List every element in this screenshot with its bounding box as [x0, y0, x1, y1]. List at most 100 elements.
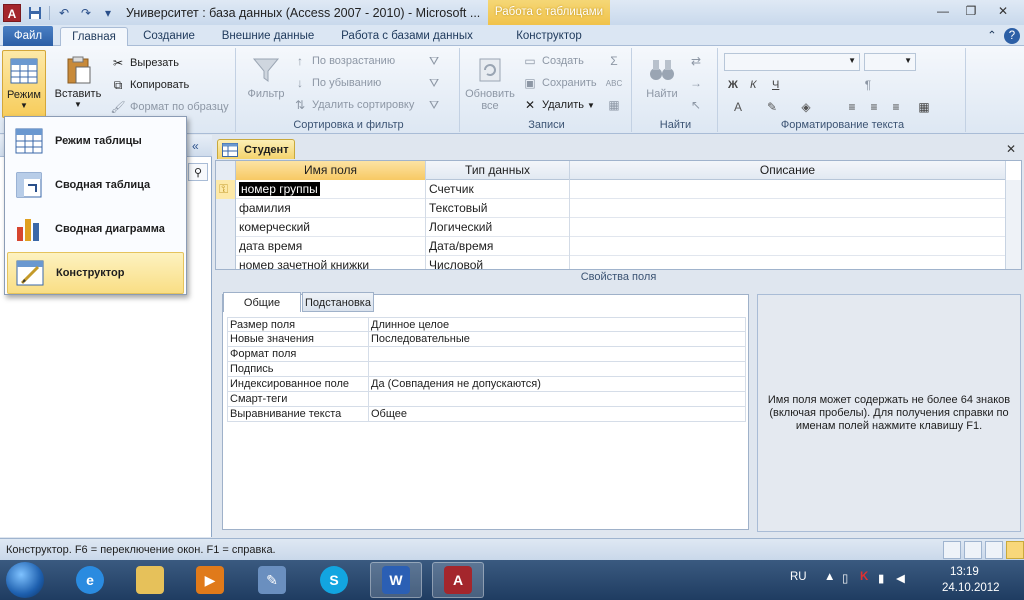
- table-row[interactable]: дата время Дата/время: [216, 237, 1006, 256]
- property-row[interactable]: Новые значения Последовательные: [227, 332, 746, 347]
- pivot-table-icon[interactable]: [964, 541, 982, 559]
- table-row[interactable]: комерческий Логический: [216, 218, 1006, 237]
- property-value[interactable]: [369, 347, 746, 361]
- remove-sort-button[interactable]: ⇅ Удалить сортировку: [292, 95, 414, 115]
- tab-file[interactable]: Файл: [3, 26, 53, 46]
- taskbar-ie[interactable]: e: [64, 562, 116, 598]
- tab-student-table[interactable]: Студент: [217, 139, 295, 159]
- data-type-cell[interactable]: Числовой: [426, 256, 570, 269]
- property-row[interactable]: Смарт-теги: [227, 392, 746, 407]
- taskbar-explorer[interactable]: [124, 562, 176, 598]
- property-row[interactable]: Подпись: [227, 362, 746, 377]
- property-row[interactable]: Выравнивание текста Общее: [227, 407, 746, 422]
- property-value[interactable]: Общее: [369, 407, 746, 421]
- property-value[interactable]: Да (Совпадения не допускаются): [369, 377, 746, 391]
- cut-button[interactable]: ✂ Вырезать: [110, 53, 179, 73]
- table-row[interactable]: номер зачетной книжки Числовой: [216, 256, 1006, 269]
- data-type-cell[interactable]: Дата/время: [426, 237, 570, 256]
- select-button[interactable]: ↖: [688, 95, 708, 115]
- help-icon[interactable]: ?: [1004, 28, 1020, 44]
- data-type-cell[interactable]: Текстовый: [426, 199, 570, 218]
- taskbar-media[interactable]: ▶: [184, 562, 236, 598]
- taskbar-word[interactable]: W: [370, 562, 422, 598]
- field-name-cell[interactable]: комерческий: [236, 218, 426, 237]
- italic-button[interactable]: К: [750, 75, 756, 95]
- row-selector[interactable]: [216, 218, 236, 237]
- property-row[interactable]: Индексированное поле Да (Совпадения не до…: [227, 377, 746, 392]
- column-header-data-type[interactable]: Тип данных: [426, 161, 570, 180]
- antivirus-icon[interactable]: K: [860, 571, 868, 583]
- property-value[interactable]: Длинное целое: [369, 318, 746, 331]
- gridlines-button[interactable]: ▦: [916, 97, 936, 117]
- data-type-cell[interactable]: Логический: [426, 218, 570, 237]
- refresh-all-button[interactable]: Обновить все: [462, 54, 518, 112]
- row-selector[interactable]: [216, 256, 236, 269]
- save-icon[interactable]: [27, 5, 43, 21]
- description-cell[interactable]: [570, 218, 1006, 237]
- font-name-select[interactable]: ▼: [724, 53, 860, 71]
- restore-button[interactable]: ❐: [958, 2, 984, 20]
- new-record-button[interactable]: ▭ Создать: [522, 51, 583, 71]
- align-center-button[interactable]: ≡: [866, 97, 886, 117]
- field-name-cell[interactable]: дата время: [236, 237, 426, 256]
- column-header-field-name[interactable]: Имя поля: [236, 161, 426, 180]
- minimize-button[interactable]: —: [930, 2, 956, 20]
- tab-lookup[interactable]: Подстановка: [302, 292, 374, 312]
- clock-date[interactable]: 24.10.2012: [942, 582, 1000, 594]
- grid-scrollbar[interactable]: [1005, 180, 1021, 269]
- description-cell[interactable]: [570, 199, 1006, 218]
- underline-button[interactable]: Ч: [772, 75, 779, 95]
- tab-design[interactable]: Конструктор: [494, 27, 604, 46]
- mode-button[interactable]: Режим ▼: [2, 50, 46, 118]
- redo-icon[interactable]: ↷: [78, 5, 94, 21]
- data-type-cell[interactable]: Счетчик: [426, 180, 570, 199]
- highlight-button[interactable]: ✎: [764, 97, 784, 117]
- field-name-cell[interactable]: фамилия: [236, 199, 426, 218]
- description-cell[interactable]: [570, 237, 1006, 256]
- table-row[interactable]: ⚿ номер группы Счетчик: [216, 180, 1006, 199]
- tab-database-tools[interactable]: Работа с базами данных: [332, 27, 482, 46]
- advanced-filter-button[interactable]: ⛛: [426, 73, 446, 93]
- design-view-icon[interactable]: [1006, 541, 1024, 559]
- sort-ascending-button[interactable]: ↑ По возрастанию: [292, 51, 395, 71]
- field-name-cell[interactable]: номер зачетной книжки: [236, 256, 426, 269]
- property-value[interactable]: Последовательные: [369, 332, 746, 346]
- pivot-chart-icon[interactable]: [985, 541, 1003, 559]
- paste-button[interactable]: Вставить ▼: [54, 54, 102, 109]
- battery-icon[interactable]: ▯: [842, 571, 848, 585]
- undo-icon[interactable]: ↶: [56, 5, 72, 21]
- property-row[interactable]: Формат поля: [227, 347, 746, 362]
- clock-time[interactable]: 13:19: [950, 566, 979, 578]
- fill-color-button[interactable]: ◈: [798, 97, 818, 117]
- description-cell[interactable]: [570, 256, 1006, 269]
- table-row[interactable]: фамилия Текстовый: [216, 199, 1006, 218]
- taskbar-access[interactable]: A: [432, 562, 484, 598]
- row-selector[interactable]: [216, 199, 236, 218]
- column-header-description[interactable]: Описание: [570, 161, 1006, 180]
- spelling-button[interactable]: ABC: [606, 73, 626, 93]
- start-button[interactable]: [6, 562, 44, 598]
- copy-button[interactable]: ⧉ Копировать: [110, 75, 190, 95]
- save-record-button[interactable]: ▣ Сохранить: [522, 73, 596, 93]
- goto-button[interactable]: →: [688, 73, 708, 93]
- tab-create[interactable]: Создание: [134, 27, 204, 46]
- property-value[interactable]: [369, 392, 746, 406]
- tab-general[interactable]: Общие: [223, 292, 301, 312]
- property-value[interactable]: [369, 362, 746, 376]
- close-button[interactable]: ✕: [990, 2, 1016, 20]
- collapse-nav-icon[interactable]: «: [192, 139, 199, 153]
- delete-record-button[interactable]: ✕ Удалить ▼: [522, 95, 595, 115]
- toggle-filter-button[interactable]: ⛛: [426, 95, 446, 115]
- field-name-cell[interactable]: номер группы: [236, 180, 426, 199]
- language-indicator[interactable]: RU: [790, 571, 807, 583]
- tab-external-data[interactable]: Внешние данные: [212, 27, 324, 46]
- paragraph-button[interactable]: ¶: [860, 75, 880, 95]
- description-cell[interactable]: [570, 180, 1006, 199]
- menu-item-design-view[interactable]: Конструктор: [7, 252, 184, 294]
- access-app-icon[interactable]: A: [3, 3, 21, 22]
- sort-descending-button[interactable]: ↓ По убыванию: [292, 73, 381, 93]
- replace-button[interactable]: ⇄: [688, 51, 708, 71]
- taskbar-paint[interactable]: ✎: [246, 562, 298, 598]
- find-button[interactable]: Найти: [640, 54, 684, 100]
- volume-icon[interactable]: ◀: [896, 571, 905, 585]
